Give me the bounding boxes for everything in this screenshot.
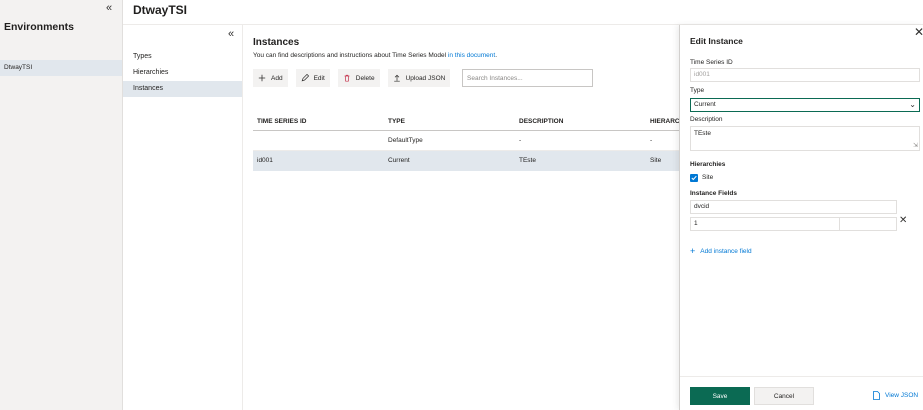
page-title: DtwayTSI <box>133 3 188 17</box>
cell-type: Current <box>388 157 410 164</box>
panel-title: Edit Instance <box>690 36 743 46</box>
remove-field-icon[interactable]: ✕ <box>899 215 907 226</box>
search-instances-input[interactable] <box>462 69 593 87</box>
time-series-id-field: id001 <box>690 68 920 82</box>
instance-field-value-extension <box>840 217 897 231</box>
description-end: . <box>495 52 498 59</box>
description-value: TEste <box>694 130 711 137</box>
cell-description: TEste <box>519 157 536 164</box>
view-json-link[interactable]: View JSON <box>873 391 918 400</box>
table-row-selected[interactable]: id001 Current TEste Site <box>253 151 679 171</box>
column-header-type[interactable]: TYPE <box>388 112 405 131</box>
type-selected-value: Current <box>694 101 716 108</box>
delete-label: Delete <box>355 74 375 82</box>
hierarchy-site-checkbox[interactable] <box>690 174 698 182</box>
edit-button[interactable]: Edit <box>295 69 330 87</box>
instances-title: Instances <box>253 37 300 48</box>
time-series-id-label: Time Series ID <box>690 59 733 66</box>
upload-icon <box>393 74 400 82</box>
column-header-time-series-id[interactable]: TIME SERIES ID <box>257 112 306 131</box>
trash-icon <box>344 74 350 82</box>
add-button[interactable]: Add <box>253 69 288 87</box>
add-label: Add <box>271 74 283 82</box>
instance-field-name-input[interactable]: dvcid <box>690 200 897 214</box>
cell-hierarchies: Site <box>650 157 662 164</box>
cell-description: - <box>519 137 522 144</box>
environments-pane: « Environments DtwayTSI <box>0 0 123 410</box>
description-label: Description <box>690 116 723 123</box>
subnav-item-hierarchies[interactable]: Hierarchies <box>123 65 242 81</box>
collapse-subnav-icon[interactable]: « <box>228 28 234 40</box>
table-header-row: TIME SERIES ID TYPE DESCRIPTION HIERARCH… <box>253 112 679 131</box>
table-row[interactable]: DefaultType - - <box>253 131 679 151</box>
upload-json-button[interactable]: Upload JSON <box>387 69 451 87</box>
plus-icon <box>258 74 266 82</box>
column-header-description[interactable]: DESCRIPTION <box>519 112 563 131</box>
cell-time-series-id: id001 <box>257 157 273 164</box>
cell-type: DefaultType <box>388 137 423 144</box>
subnav-item-types[interactable]: Types <box>123 49 242 65</box>
save-button[interactable]: Save <box>690 387 750 405</box>
add-instance-field-button[interactable]: + Add instance field <box>690 245 752 256</box>
documentation-link[interactable]: in this document <box>448 52 495 59</box>
delete-button[interactable]: Delete <box>337 69 380 87</box>
description-textarea[interactable]: TEste ⇲ <box>690 126 920 151</box>
edit-instance-panel: ✕ Edit Instance Time Series ID id001 Typ… <box>679 25 923 410</box>
type-label: Type <box>690 87 705 94</box>
column-header-hierarchies[interactable]: HIERARCHIES <box>650 112 679 131</box>
instances-description: You can find descriptions and instructio… <box>253 52 497 59</box>
resize-handle-icon[interactable]: ⇲ <box>913 142 918 149</box>
edit-label: Edit <box>313 74 325 82</box>
subnav-item-instances[interactable]: Instances <box>123 81 242 97</box>
instances-main: Instances You can find descriptions and … <box>243 25 679 410</box>
hierarchy-site-label[interactable]: Site <box>702 174 713 181</box>
description-text: You can find descriptions and instructio… <box>253 52 448 59</box>
add-instance-field-label: Add instance field <box>700 248 752 255</box>
close-icon[interactable]: ✕ <box>914 25 923 39</box>
checkmark-icon <box>691 175 697 181</box>
pencil-icon <box>301 74 309 82</box>
instance-field-value-input[interactable]: 1 <box>690 217 840 231</box>
instances-toolbar: Add Edit Delete Upload JSON <box>253 69 451 87</box>
environment-item-dtwaytsi[interactable]: DtwayTSI <box>0 60 122 76</box>
upload-label: Upload JSON <box>405 74 446 82</box>
cell-hierarchies: - <box>650 137 653 144</box>
document-icon <box>873 391 880 400</box>
hierarchies-label: Hierarchies <box>690 161 726 168</box>
collapse-environments-icon[interactable]: « <box>106 2 112 14</box>
chevron-down-icon: ⌄ <box>909 100 916 109</box>
panel-footer-divider <box>680 376 923 377</box>
instances-table: TIME SERIES ID TYPE DESCRIPTION HIERARCH… <box>253 112 679 171</box>
plus-icon: + <box>690 246 696 256</box>
environments-title: Environments <box>4 21 75 33</box>
cancel-button[interactable]: Cancel <box>754 387 814 405</box>
type-dropdown[interactable]: Current ⌄ <box>690 98 920 112</box>
view-json-label: View JSON <box>885 392 919 399</box>
instance-fields-label: Instance Fields <box>690 190 737 197</box>
model-subnav: « Types Hierarchies Instances <box>123 25 243 410</box>
